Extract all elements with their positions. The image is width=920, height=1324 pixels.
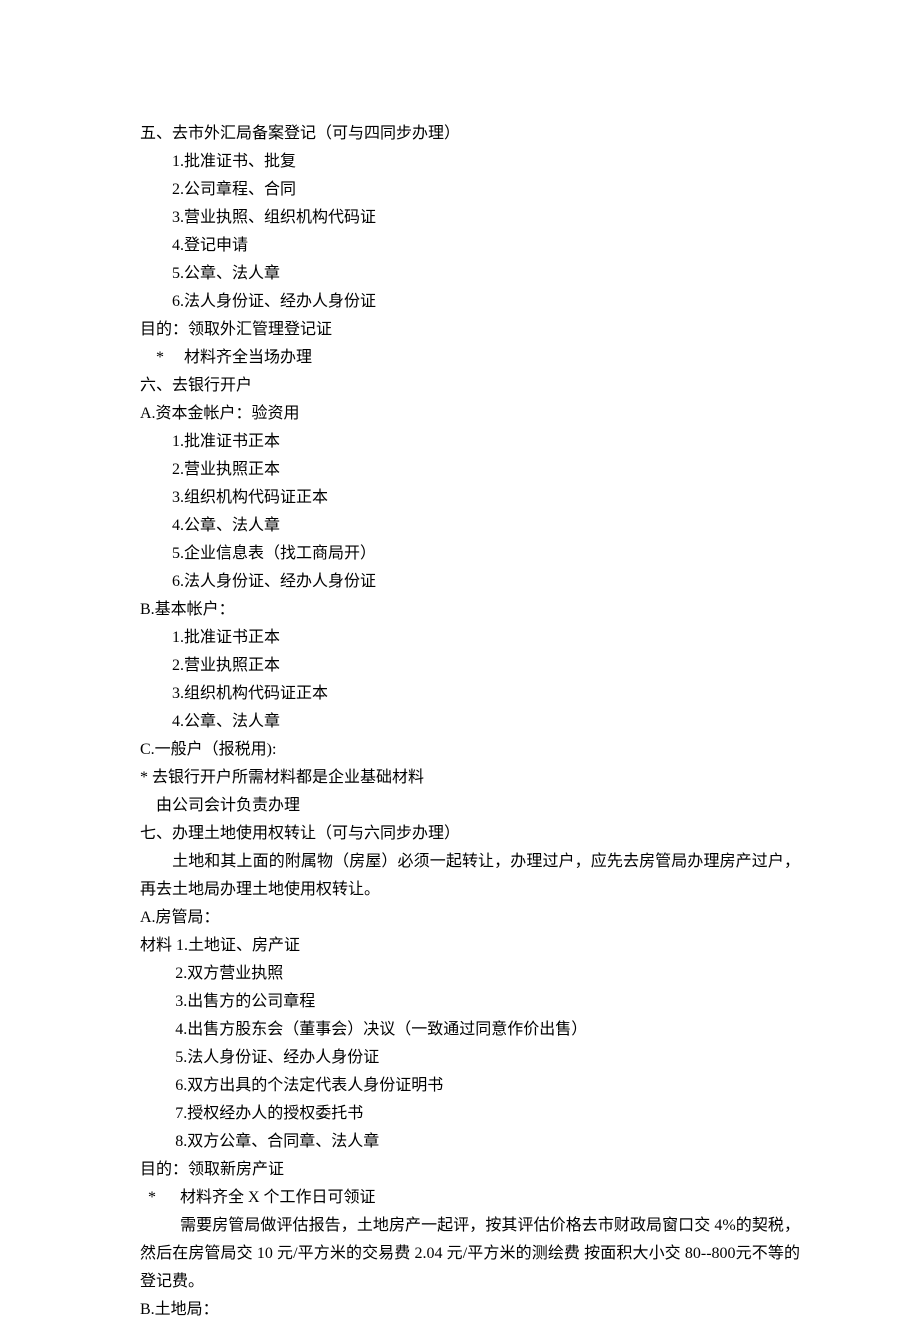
s6-b-title: B.基本帐户： <box>140 596 800 624</box>
s7-a-item: 2.双方营业执照 <box>140 960 800 988</box>
s6-a-title: A.资本金帐户：验资用 <box>140 400 800 428</box>
s7-a-item: 3.出售方的公司章程 <box>140 988 800 1016</box>
s7-a-title: A.房管局： <box>140 904 800 932</box>
s6-a-item: 5.企业信息表（找工商局开） <box>140 540 800 568</box>
s7-b-title: B.土地局： <box>140 1296 800 1324</box>
s6-note2: 由公司会计负责办理 <box>140 792 800 820</box>
section-7-title: 七、办理土地使用权转让（可与六同步办理） <box>140 820 800 848</box>
s6-b-item: 3.组织机构代码证正本 <box>140 680 800 708</box>
s6-a-item: 6.法人身份证、经办人身份证 <box>140 568 800 596</box>
section-6-title: 六、去银行开户 <box>140 372 800 400</box>
s7-a-item: 8.双方公章、合同章、法人章 <box>140 1128 800 1156</box>
s5-note: * 材料齐全当场办理 <box>140 344 800 372</box>
s6-b-item: 4.公章、法人章 <box>140 708 800 736</box>
s7-intro-text: 土地和其上面的附属物（房屋）必须一起转让，办理过户，应先去房管局办理房产过户，再… <box>140 853 800 898</box>
s5-purpose: 目的：领取外汇管理登记证 <box>140 316 800 344</box>
s6-a-item: 4.公章、法人章 <box>140 512 800 540</box>
s7-a-item: 7.授权经办人的授权委托书 <box>140 1100 800 1128</box>
s7-body: 需要房管局做评估报告，土地房产一起评，按其评估价格去市财政局窗口交 4%的契税，… <box>140 1212 800 1296</box>
s6-b-item: 1.批准证书正本 <box>140 624 800 652</box>
s5-item: 1.批准证书、批复 <box>140 148 800 176</box>
s5-item: 2.公司章程、合同 <box>140 176 800 204</box>
s6-b-item: 2.营业执照正本 <box>140 652 800 680</box>
s7-note-star: * 材料齐全 X 个工作日可领证 <box>140 1184 800 1212</box>
s7-a-item: 4.出售方股东会（董事会）决议（一致通过同意作价出售） <box>140 1016 800 1044</box>
s6-a-item: 3.组织机构代码证正本 <box>140 484 800 512</box>
s7-purpose: 目的：领取新房产证 <box>140 1156 800 1184</box>
s5-item: 5.公章、法人章 <box>140 260 800 288</box>
s6-c-title: C.一般户（报税用): <box>140 736 800 764</box>
s7-a-mat-label: 材料 1.土地证、房产证 <box>140 932 800 960</box>
s6-a-item: 1.批准证书正本 <box>140 428 800 456</box>
s5-item: 6.法人身份证、经办人身份证 <box>140 288 800 316</box>
s7-intro: 土地和其上面的附属物（房屋）必须一起转让，办理过户，应先去房管局办理房产过户，再… <box>140 848 800 904</box>
s7-body-text: 需要房管局做评估报告，土地房产一起评，按其评估价格去市财政局窗口交 4%的契税，… <box>140 1217 800 1290</box>
s7-a-item: 5.法人身份证、经办人身份证 <box>140 1044 800 1072</box>
s5-item: 4.登记申请 <box>140 232 800 260</box>
s6-a-item: 2.营业执照正本 <box>140 456 800 484</box>
section-5-title: 五、去市外汇局备案登记（可与四同步办理） <box>140 120 800 148</box>
document-body: 五、去市外汇局备案登记（可与四同步办理） 1.批准证书、批复 2.公司章程、合同… <box>140 120 800 1324</box>
s6-note1: * 去银行开户所需材料都是企业基础材料 <box>140 764 800 792</box>
s5-item: 3.营业执照、组织机构代码证 <box>140 204 800 232</box>
s7-a-item: 6.双方出具的个法定代表人身份证明书 <box>140 1072 800 1100</box>
